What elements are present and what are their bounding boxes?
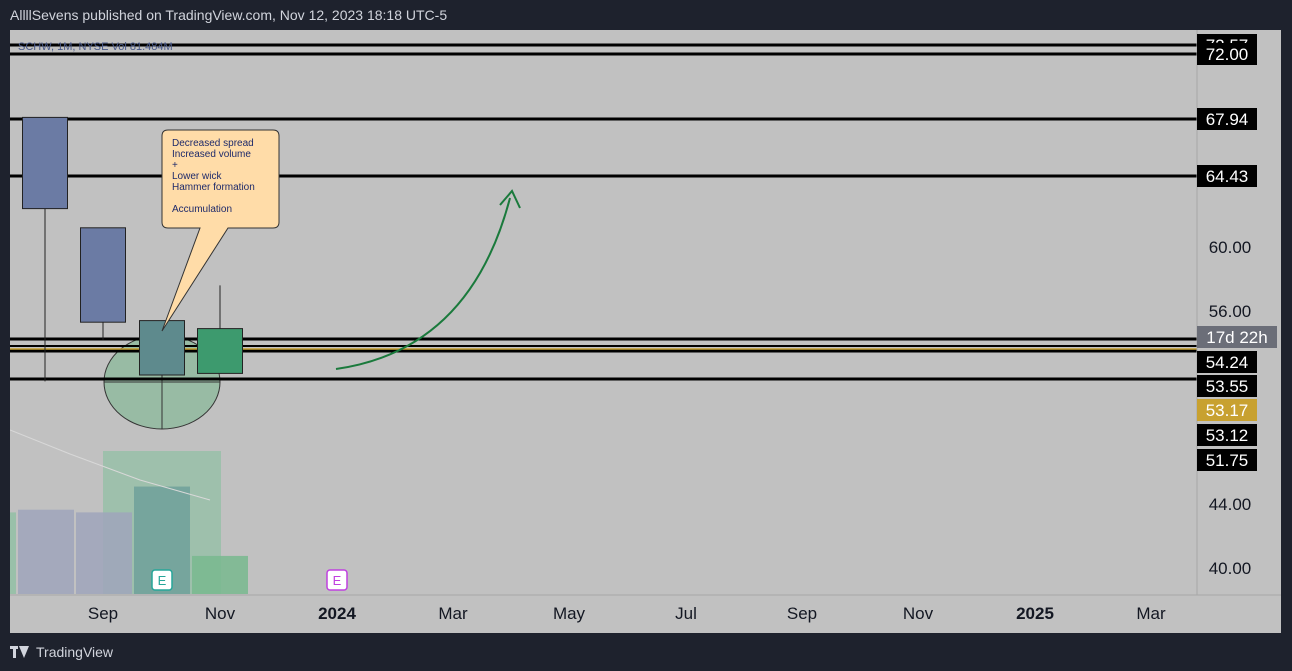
projection-arrow [335,197,511,370]
y-axis-tick-label: 60.00 [1209,238,1252,257]
x-axis-tick-label: Sep [787,604,817,623]
price-level-tag-text: 17d 22h [1206,328,1267,347]
earnings-marker-label: E [333,573,342,588]
time-axis[interactable]: Sep Nov 2024 Mar May Jul Sep Nov 2025 Mar [88,604,1166,623]
price-level-tag-text: 72.00 [1206,45,1249,64]
x-axis-tick-label: Jul [675,604,697,623]
price-level-tag-text: 67.94 [1206,110,1249,129]
price-level-tag-text: 51.75 [1206,451,1249,470]
price-level-tag: 64.43 [1197,165,1257,187]
price-level-tag: 51.75 [1197,449,1257,471]
volume-bar [192,555,248,594]
price-level-tag: 17d 22h [1197,326,1277,348]
price-level-tag: 53.12 [1197,424,1257,446]
callout-line: Accumulation [172,204,232,215]
price-level-tag: 53.17 [1197,399,1257,421]
callout-line: Increased volume [172,149,251,160]
brand-name: TradingView [36,644,114,660]
callout-line: + [172,160,178,171]
x-axis-tick-label: 2025 [1016,604,1054,623]
earnings-marker[interactable]: E [151,569,173,591]
volume-bar [18,509,74,594]
price-level-tag: 53.55 [1197,375,1257,397]
x-axis-tick-label: Mar [438,604,468,623]
candle-body [197,328,243,374]
x-axis-tick-label: May [553,604,586,623]
y-axis-tick-label: 44.00 [1209,495,1252,514]
earnings-marker[interactable]: E [326,569,348,591]
candle-body [139,320,185,376]
earnings-marker-label: E [158,573,167,588]
candle-body [22,116,68,210]
price-level-tag-text: 53.55 [1206,377,1249,396]
price-level-tag-text: 53.12 [1206,426,1249,445]
price-chart[interactable]: Decreased spreadIncreased volume+Lower w… [9,30,1281,633]
x-axis-tick-label: 2024 [318,604,356,623]
price-level-tag-text: 53.17 [1206,401,1249,420]
volume-bar [76,512,132,594]
chart-legend: SCHW, 1M, NYSE Vol 81.484M [18,41,173,53]
y-axis-tick-label: 56.00 [1209,302,1252,321]
price-level-tag-text: 54.24 [1206,353,1249,372]
callout-line: Hammer formation [172,182,255,193]
callout-line: Lower wick [172,171,222,182]
volume-bar [10,512,16,594]
price-level-tag-text: 64.43 [1206,167,1249,186]
price-level-tag: 72.00 [1197,43,1257,65]
publish-info: AllllSevens published on TradingView.com… [10,7,448,23]
x-axis-tick-label: Mar [1136,604,1166,623]
chart-area[interactable]: Decreased spread Increased volume + Lower w… [9,30,1281,633]
x-axis-tick-label: Sep [88,604,118,623]
candle-body [80,227,126,323]
x-axis-tick-label: Nov [205,604,236,623]
price-level-tag: 54.24 [1197,351,1257,373]
publish-header: AllllSevens published on TradingView.com… [0,0,1292,30]
callout-line: Decreased spread [172,138,254,149]
y-axis-tick-label: 40.00 [1209,559,1252,578]
price-level-tag: 67.94 [1197,108,1257,130]
x-axis-tick-label: Nov [903,604,934,623]
tradingview-logo-icon [10,646,30,658]
tradingview-logo[interactable]: TradingView [10,644,113,660]
footer: TradingView [0,636,1292,671]
